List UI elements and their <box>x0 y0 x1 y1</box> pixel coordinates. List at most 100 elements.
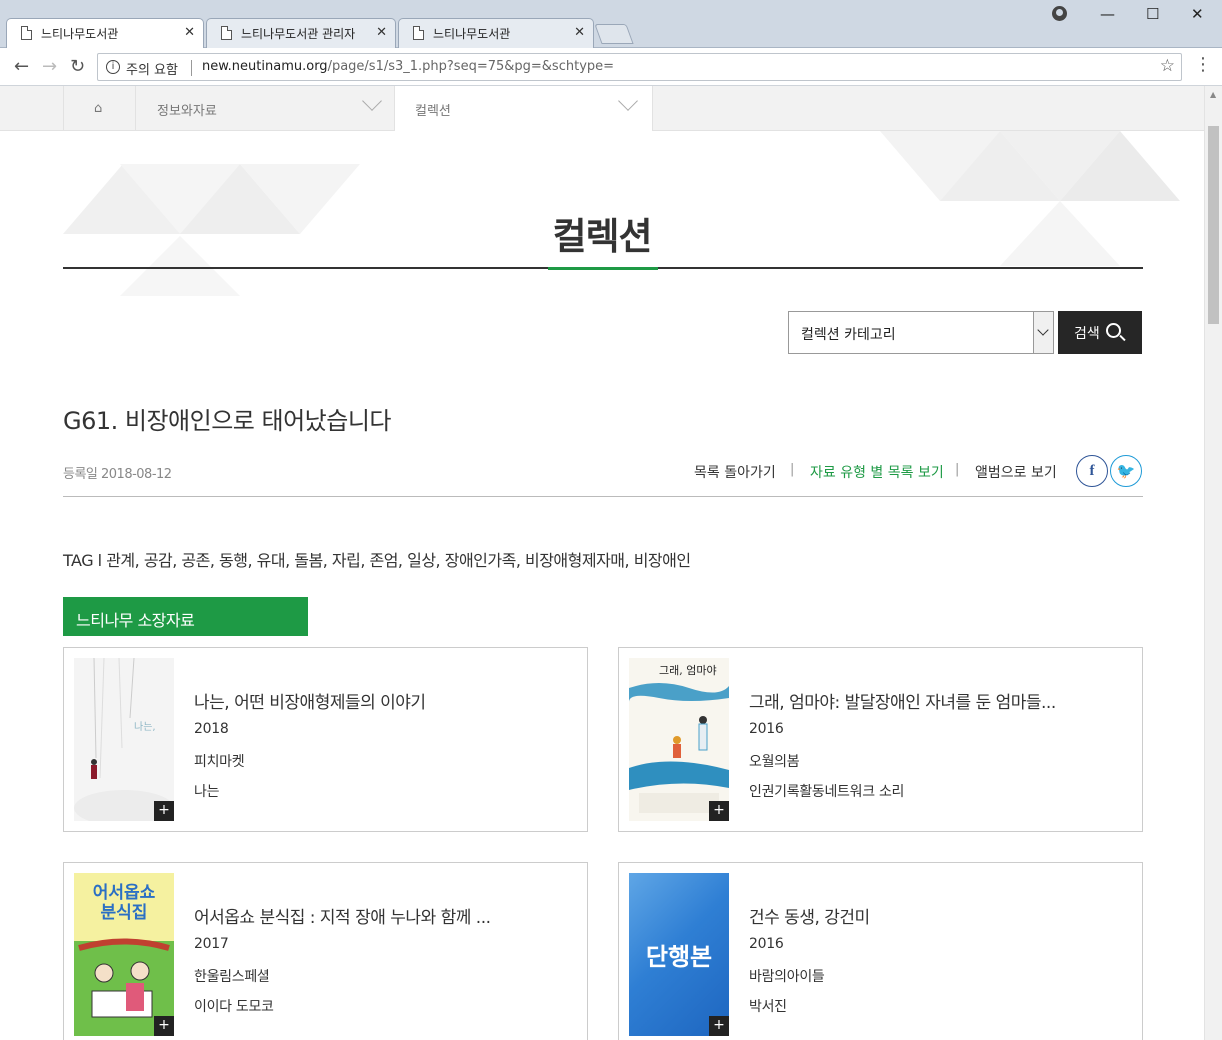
close-icon[interactable]: ✕ <box>376 25 387 40</box>
minimize-icon[interactable]: — <box>1100 5 1115 23</box>
book-publisher: 한울림스페셜 <box>194 969 270 985</box>
cover-title: 나는, <box>134 722 156 733</box>
book-year: 2016 <box>749 936 784 952</box>
category-select[interactable]: 컬렉션 카테고리 <box>788 311 1054 354</box>
url-path: /page/s1/s3_1.php?seq=75&pg=&schtype= <box>327 59 615 74</box>
book-title[interactable]: 어서옵쇼 분식집 : 지적 장애 누나와 함께 ... <box>194 903 491 928</box>
tab-strip: 느티나무도서관 ✕ 느티나무도서관 관리자 ✕ 느티나무도서관 ✕ — ☐ ✕ <box>0 0 1222 49</box>
book-year: 2017 <box>194 936 229 952</box>
cover-title: 단행본 <box>645 943 713 971</box>
plus-icon[interactable]: + <box>709 801 729 821</box>
tab-label: 느티나무도서관 관리자 <box>241 27 356 41</box>
page-icon <box>413 26 424 40</box>
chevron-down-icon <box>362 91 382 111</box>
breadcrumb-section-dropdown[interactable]: 정보와자료 <box>137 86 395 131</box>
breadcrumb: ⌂ 정보와자료 컬렉션 <box>0 86 1204 131</box>
book-title[interactable]: 나는, 어떤 비장애형제들의 이야기 <box>194 688 426 713</box>
book-card[interactable]: 어서옵쇼 분식집 + 어서옵쇼 분식집 : 지적 장애 누나와 함께 ... 2… <box>63 862 588 1040</box>
book-author: 이이다 도모코 <box>194 999 274 1015</box>
book-year: 2018 <box>194 721 229 737</box>
reload-icon[interactable]: ↻ <box>70 56 85 77</box>
page-scrollbar[interactable]: ▲ <box>1204 86 1222 1040</box>
chevron-down-icon[interactable] <box>1033 312 1053 353</box>
breadcrumb-current-label: 컬렉션 <box>415 104 451 119</box>
book-cover[interactable]: 그래, 엄마야 + <box>629 658 729 821</box>
tag-list: TAG l 관계, 공감, 공존, 동행, 유대, 돌봄, 자립, 존엄, 일상… <box>63 551 691 570</box>
bookmark-star-icon[interactable]: ☆ <box>1160 56 1175 76</box>
url-text[interactable]: new.neutinamu.org/page/s1/s3_1.php?seq=7… <box>202 59 614 74</box>
book-author: 박서진 <box>749 999 787 1015</box>
info-icon[interactable]: i <box>106 60 120 74</box>
security-label: 주의 요함 <box>126 63 178 78</box>
registration-date: 등록일 2018-08-12 <box>63 467 172 482</box>
item-title: G61. 비장애인으로 태어났습니다 <box>63 407 391 435</box>
search-icon <box>1106 323 1121 338</box>
browser-chrome: 느티나무도서관 ✕ 느티나무도서관 관리자 ✕ 느티나무도서관 ✕ — ☐ ✕ … <box>0 0 1222 86</box>
browser-tab-1[interactable]: 느티나무도서관 ✕ <box>6 18 204 49</box>
plus-icon[interactable]: + <box>154 1016 174 1036</box>
twitter-share-icon[interactable]: 🐦 <box>1110 455 1142 487</box>
home-icon: ⌂ <box>94 101 103 116</box>
account-icon[interactable] <box>1052 6 1067 21</box>
page-title: 컬렉션 <box>552 215 652 258</box>
chevron-down-icon <box>618 91 638 111</box>
book-title[interactable]: 건수 동생, 강건미 <box>749 903 870 928</box>
album-view-link[interactable]: 앨범으로 보기 <box>975 462 1057 482</box>
maximize-icon[interactable]: ☐ <box>1146 5 1159 23</box>
scroll-up-arrow-icon[interactable]: ▲ <box>1210 90 1216 99</box>
cover-illustration <box>74 658 174 821</box>
close-icon[interactable]: ✕ <box>184 25 195 40</box>
book-card[interactable]: 단행본 + 건수 동생, 강건미 2016 바람의아이들 박서진 <box>618 862 1143 1040</box>
breadcrumb-current-dropdown[interactable]: 컬렉션 <box>395 86 653 131</box>
address-bar[interactable]: i 주의 요함 new.neutinamu.org/page/s1/s3_1.p… <box>97 53 1182 81</box>
book-publisher: 오월의봄 <box>749 754 800 770</box>
link-separator: | <box>955 462 960 477</box>
link-separator: | <box>790 462 795 477</box>
page-icon <box>221 26 232 40</box>
title-accent-bar <box>548 267 658 270</box>
book-cover[interactable]: 나는, + <box>74 658 174 821</box>
breadcrumb-section-label: 정보와자료 <box>157 104 217 119</box>
book-cover[interactable]: 단행본 + <box>629 873 729 1036</box>
tab-label: 느티나무도서관 <box>433 27 511 41</box>
list-by-type-link[interactable]: 자료 유형 별 목록 보기 <box>810 462 944 482</box>
window-close-icon[interactable]: ✕ <box>1191 5 1204 23</box>
book-publisher: 바람의아이들 <box>749 969 825 985</box>
breadcrumb-home[interactable]: ⌂ <box>63 86 136 131</box>
plus-icon[interactable]: + <box>154 801 174 821</box>
meta-divider <box>63 496 1143 497</box>
forward-arrow-icon[interactable]: → <box>42 56 57 77</box>
tab-label: 느티나무도서관 <box>41 27 119 41</box>
book-cover[interactable]: 어서옵쇼 분식집 + <box>74 873 174 1036</box>
back-to-list-link[interactable]: 목록 돌아가기 <box>694 462 776 482</box>
book-author: 나는 <box>194 784 220 800</box>
category-select-value: 컬렉션 카테고리 <box>801 327 896 343</box>
kebab-menu-icon[interactable]: ⋮ <box>1194 54 1212 75</box>
search-button[interactable]: 검색 <box>1058 311 1142 354</box>
cover-illustration <box>629 658 729 821</box>
decor-triangle <box>1060 131 1180 201</box>
book-author: 인권기록활동네트워크 소리 <box>749 784 905 800</box>
web-page: ⌂ 정보와자료 컬렉션 컬렉션 컬렉션 카테고리 검색 G61. 비장애인으로 … <box>0 86 1204 1040</box>
browser-toolbar: ← → ↻ i 주의 요함 new.neutinamu.org/page/s1/… <box>0 48 1222 86</box>
close-icon[interactable]: ✕ <box>574 25 585 40</box>
divider <box>191 60 192 76</box>
plus-icon[interactable]: + <box>709 1016 729 1036</box>
url-domain: new.neutinamu.org <box>202 59 328 74</box>
back-arrow-icon[interactable]: ← <box>14 56 29 77</box>
book-card[interactable]: 그래, 엄마야 + 그래, 엄마야: 발달장애인 자녀를 둔 엄마들... 20… <box>618 647 1143 832</box>
book-title[interactable]: 그래, 엄마야: 발달장애인 자녀를 둔 엄마들... <box>749 688 1056 713</box>
scroll-thumb[interactable] <box>1208 126 1219 324</box>
search-button-label: 검색 <box>1074 326 1100 342</box>
new-tab-button[interactable] <box>594 24 634 44</box>
cover-title: 그래, 엄마야 <box>659 664 717 677</box>
book-year: 2016 <box>749 721 784 737</box>
cover-title: 어서옵쇼 분식집 <box>92 883 156 923</box>
browser-tab-3[interactable]: 느티나무도서관 ✕ <box>398 18 594 48</box>
book-card[interactable]: 나는, + 나는, 어떤 비장애형제들의 이야기 2018 피치마켓 나는 <box>63 647 588 832</box>
facebook-share-icon[interactable]: f <box>1076 455 1108 487</box>
book-publisher: 피치마켓 <box>194 754 245 770</box>
page-icon <box>21 26 32 40</box>
holdings-badge: 느티나무 소장자료 <box>63 597 308 636</box>
browser-tab-2[interactable]: 느티나무도서관 관리자 ✕ <box>206 18 396 48</box>
